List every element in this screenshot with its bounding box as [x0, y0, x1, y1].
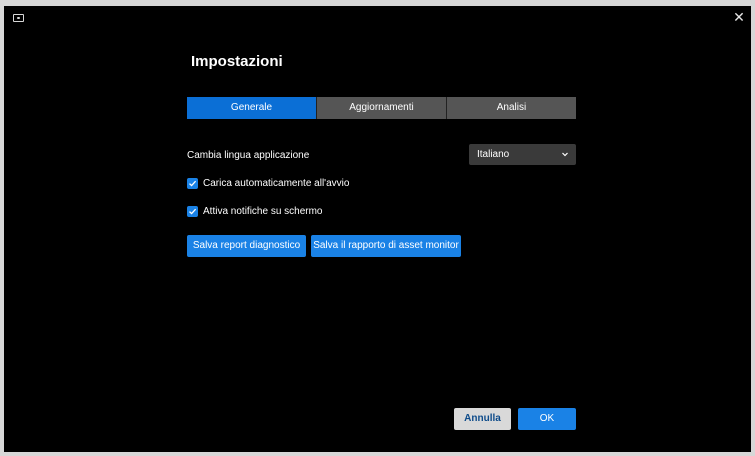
cancel-button[interactable]: Annulla: [454, 408, 511, 430]
autostart-label: Carica automaticamente all'avvio: [203, 178, 350, 189]
save-diagnostic-button[interactable]: Salva report diagnostico: [187, 235, 306, 257]
chevron-down-icon: [562, 152, 568, 157]
checkmark-icon: [189, 180, 197, 187]
autostart-checkbox[interactable]: [187, 178, 198, 189]
ok-button[interactable]: OK: [518, 408, 576, 430]
notifications-option: Attiva notifiche su schermo: [187, 206, 323, 217]
save-asset-report-button[interactable]: Salva il rapporto di asset monitor: [311, 235, 461, 257]
language-label: Cambia lingua applicazione: [187, 150, 310, 161]
close-icon[interactable]: ✕: [732, 10, 746, 24]
monitor-icon: [13, 14, 24, 22]
language-select-value: Italiano: [477, 149, 510, 160]
tab-bar: Generale Aggiornamenti Analisi: [187, 97, 576, 119]
checkmark-icon: [189, 208, 197, 215]
autostart-option: Carica automaticamente all'avvio: [187, 178, 349, 189]
tab-analisi[interactable]: Analisi: [446, 97, 576, 119]
tab-generale[interactable]: Generale: [187, 97, 316, 119]
tab-aggiornamenti[interactable]: Aggiornamenti: [316, 97, 446, 119]
notifications-checkbox[interactable]: [187, 206, 198, 217]
notifications-label: Attiva notifiche su schermo: [203, 206, 323, 217]
language-select[interactable]: Italiano: [469, 144, 576, 165]
settings-window: ✕ Impostazioni Generale Aggiornamenti An…: [4, 6, 751, 452]
page-title: Impostazioni: [191, 53, 283, 70]
